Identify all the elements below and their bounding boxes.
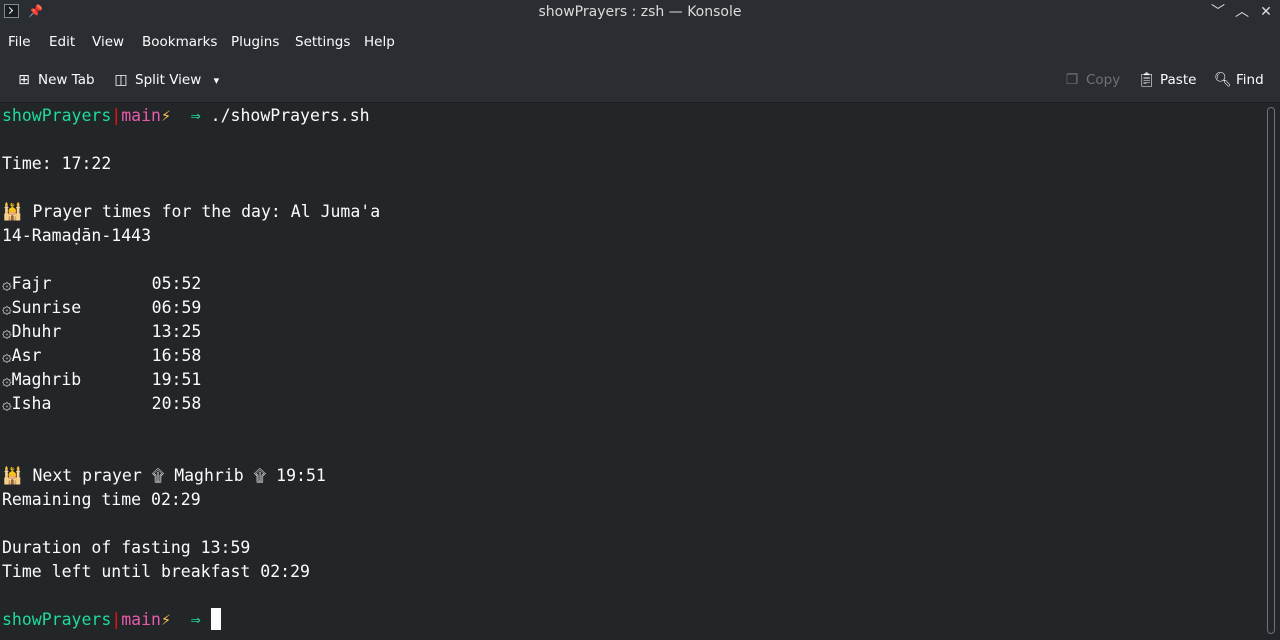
maximize-button[interactable]: ︿ — [1232, 2, 1252, 22]
close-button[interactable]: ✕ — [1256, 2, 1276, 22]
hijri-date: 14-Ramaḍān-1443 — [2, 226, 152, 245]
rub-el-hizb-icon: ۞ — [2, 370, 12, 389]
menu-bookmarks[interactable]: Bookmarks — [142, 24, 217, 60]
mosque-icon: 🕌 — [2, 202, 23, 221]
new-tab-button[interactable]: ⊞ New Tab — [16, 60, 95, 100]
prayer-row: ۞Fajr 05:52 — [2, 274, 202, 293]
split-view-label: Split View — [135, 72, 202, 88]
rub-el-hizb-icon: ۞ — [2, 394, 12, 413]
breakfast-left: Time left until breakfast 02:29 — [2, 562, 310, 581]
rub-el-hizb-icon: ۞ — [2, 298, 12, 317]
prompt-line: showPrayers|main⚡ ⇒ — [2, 608, 221, 632]
fasting-duration: Duration of fasting 13:59 — [2, 538, 251, 557]
next-prayer-line: 🕌 Next prayer ۩ Maghrib ۩ 19:51 — [2, 466, 326, 485]
menu-edit[interactable]: Edit — [49, 24, 75, 60]
close-icon: ✕ — [1260, 4, 1272, 20]
scrollbar-thumb[interactable] — [1267, 107, 1275, 634]
toolbar: ⊞ New Tab ◫ Split View ▾ ❐ Copy 📋︎ Paste 🔍︎ F… — [0, 60, 1280, 103]
new-tab-label: New Tab — [38, 72, 95, 88]
chevron-down-icon: ▾ — [213, 74, 220, 87]
new-tab-icon: ⊞ — [18, 72, 30, 88]
menu-bar: File Edit View Bookmarks Plugins Setting… — [0, 24, 1280, 60]
prayer-row: ۞Dhuhr 13:25 — [2, 322, 202, 341]
copy-icon: ❐ — [1065, 72, 1079, 88]
prayer-header: 🕌 Prayer times for the day: Al Juma'a — [2, 202, 381, 221]
paste-label: Paste — [1160, 72, 1197, 88]
window-title: showPrayers : zsh — Konsole — [538, 4, 742, 20]
paste-button[interactable]: 📋︎ Paste — [1138, 60, 1196, 100]
rub-el-hizb-icon: ۞ — [2, 274, 12, 293]
chevron-down-icon: ﹀ — [1211, 4, 1225, 20]
search-icon: 🔍︎ — [1214, 72, 1232, 88]
rub-el-hizb-icon: ۞ — [2, 346, 12, 365]
scrollbar[interactable] — [1260, 103, 1280, 640]
split-view-icon: ◫ — [114, 72, 128, 88]
find-button[interactable]: 🔍︎ Find — [1214, 60, 1264, 100]
prayer-row: ۞Sunrise 06:59 — [2, 298, 202, 317]
command-text: ./showPrayers.sh — [210, 106, 370, 125]
menu-view[interactable]: View — [92, 24, 124, 60]
mosque-icon: 🕌 — [2, 466, 23, 485]
menu-plugins[interactable]: Plugins — [231, 24, 279, 60]
find-label: Find — [1236, 72, 1264, 88]
paste-icon: 📋︎ — [1138, 72, 1156, 88]
menu-file[interactable]: File — [8, 24, 31, 60]
menu-settings[interactable]: Settings — [295, 24, 350, 60]
prayer-row: ۞Maghrib 19:51 — [2, 370, 202, 389]
copy-label: Copy — [1086, 72, 1121, 88]
time-line: Time: 17:22 — [2, 154, 112, 173]
remaining-time: Remaining time 02:29 — [2, 490, 201, 509]
rub-el-hizb-icon: ۞ — [2, 322, 12, 341]
split-view-button[interactable]: ◫ Split View ▾ — [113, 60, 219, 100]
sajdah-icon: ۩ — [151, 466, 165, 485]
prayer-row: ۞Asr 16:58 — [2, 346, 202, 365]
title-bar: 📌 showPrayers : zsh — Konsole ﹀ ︿ ✕ — [0, 0, 1280, 24]
menu-help[interactable]: Help — [364, 24, 395, 60]
terminal-output[interactable]: showPrayers|main⚡ ⇒ ./showPrayers.sh Tim… — [0, 103, 1260, 640]
copy-button[interactable]: ❐ Copy — [1064, 60, 1121, 100]
prompt-line: showPrayers|main⚡ ⇒ ./showPrayers.sh — [2, 106, 370, 125]
sajdah-icon: ۩ — [253, 466, 267, 485]
chevron-up-icon: ︿ — [1235, 4, 1249, 20]
minimize-button[interactable]: ﹀ — [1208, 2, 1228, 22]
prayer-row: ۞Isha 20:58 — [2, 394, 202, 413]
text-cursor — [210, 608, 221, 630]
